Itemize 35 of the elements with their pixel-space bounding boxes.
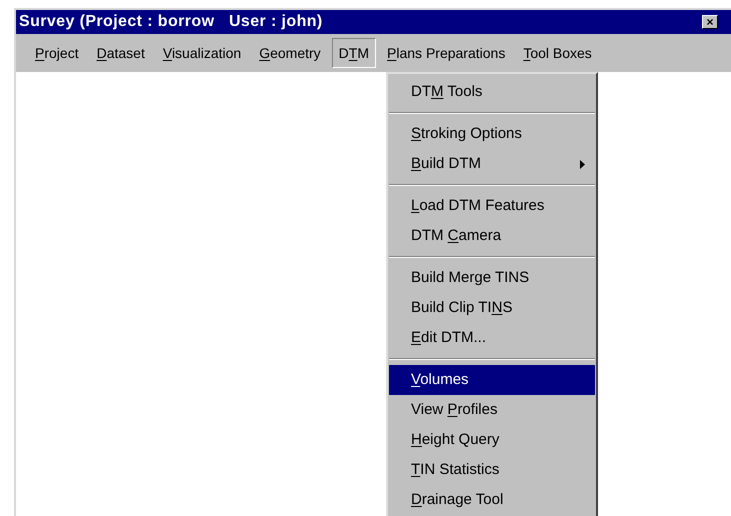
menu-item[interactable]: Load DTM Features [389,191,595,221]
menu-item[interactable]: TIN Statistics [389,455,595,485]
menu-bar-item[interactable]: Tool Boxes [516,38,599,68]
menu-item[interactable]: Build Clip TINS [389,293,595,323]
menu-item-label: DTM Tools [411,82,482,102]
window-title: Survey (Project : borrow User : john) [19,12,323,32]
menu-item-label: Edit DTM... [411,328,486,348]
menu-item[interactable]: DTM Tools [389,77,595,107]
menu-item-label: Drainage Tool [411,490,504,510]
menu-item-label: Stroking Options [411,124,522,144]
menu-item[interactable]: Volumes [389,365,595,395]
menu-item-label: Build Merge TINS [411,268,530,288]
menu-bar-item[interactable]: DTM [332,38,376,68]
menu-item-label: DTM Camera [411,226,502,246]
menu-bar-item[interactable]: Project [28,38,86,68]
menu-item[interactable]: Build DTM [389,149,595,179]
menu-bar-item[interactable]: Visualization [156,38,248,68]
menu-item[interactable]: Drainage Tool [389,485,595,515]
close-button[interactable]: × [702,15,718,29]
menu-item-label: Height Query [411,430,500,450]
menu-item-label: Load DTM Features [411,196,544,216]
menu-item-label: TIN Statistics [411,460,500,480]
menu-item-label: Volumes [411,370,469,390]
menu-item-label: View Profiles [411,400,498,420]
menu-item-label: Build DTM [411,154,482,174]
menu-bar-item[interactable]: Geometry [252,38,328,68]
menu-item[interactable]: Edit DTM... [389,323,595,353]
menu-item[interactable]: Build Merge TINS [389,263,595,293]
menu-bar-item[interactable]: Dataset [90,38,152,68]
menu-item[interactable]: Stroking Options [389,119,595,149]
menu-item-label: Build Clip TINS [411,298,512,318]
menu-item[interactable]: DTM Camera [389,221,595,251]
menu-bar-item[interactable]: Plans Preparations [380,38,512,68]
menu-item[interactable]: View Profiles [389,395,595,425]
menu-item[interactable]: Height Query [389,425,595,455]
